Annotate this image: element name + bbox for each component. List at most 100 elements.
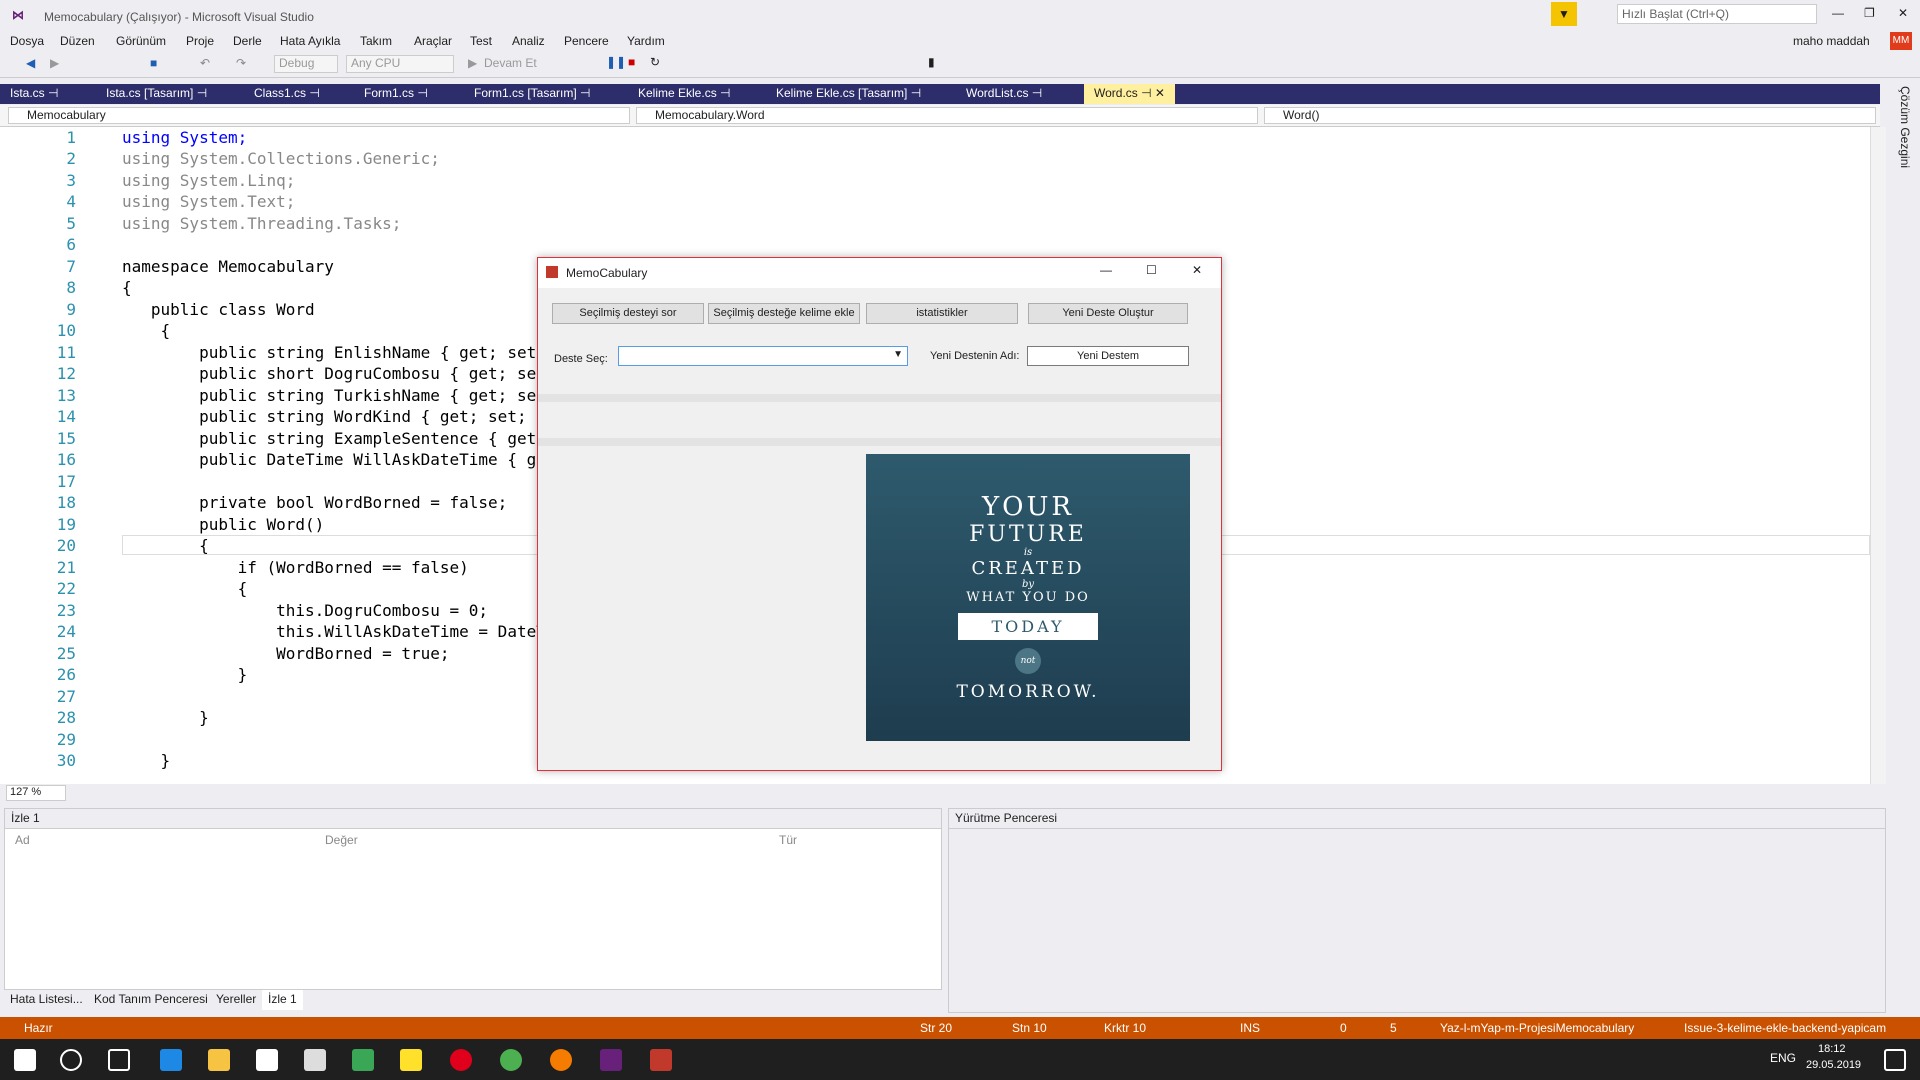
pause-icon[interactable]: ❚❚: [606, 55, 626, 69]
clock-time[interactable]: 18:12: [1818, 1043, 1846, 1055]
save-icon[interactable]: ■: [150, 56, 157, 70]
platform-dropdown[interactable]: Any CPU: [346, 55, 454, 73]
tab-ista-cs[interactable]: Ista.cs ⊣: [0, 84, 68, 104]
edge-icon[interactable]: [160, 1049, 182, 1071]
statistics-button[interactable]: istatistikler: [866, 303, 1018, 324]
minimize-button[interactable]: —: [1832, 6, 1844, 20]
line-number: 28: [56, 708, 76, 727]
new-deck-name-input[interactable]: Yeni Destem: [1027, 346, 1189, 366]
line-number: 30: [56, 751, 76, 770]
store-icon[interactable]: [304, 1049, 326, 1071]
menu-proje[interactable]: Proje: [186, 34, 214, 48]
zoom-dropdown[interactable]: 127 %: [6, 785, 66, 801]
tab-code-definition[interactable]: Kod Tanım Penceresi: [88, 990, 214, 1010]
tab-wordlist[interactable]: WordList.cs ⊣: [956, 84, 1052, 104]
tab-error-list[interactable]: Hata Listesi...: [4, 990, 89, 1010]
menu-araclar[interactable]: Araçlar: [414, 34, 452, 48]
code-line: public string TurkishName { get; set;: [122, 386, 556, 405]
tab-watch1[interactable]: İzle 1: [262, 990, 303, 1010]
forward-icon[interactable]: ▶: [50, 56, 59, 70]
menu-yardim[interactable]: Yardım: [627, 34, 665, 48]
status-repo[interactable]: Yaz-l-mYap-m-ProjesiMemocabulary: [1440, 1021, 1634, 1035]
solution-explorer-tab[interactable]: Çözüm Gezgini: [1886, 84, 1920, 802]
poster-text: is: [1023, 547, 1033, 558]
menu-duzen[interactable]: Düzen: [60, 34, 95, 48]
status-edit[interactable]: 5: [1390, 1021, 1397, 1035]
ask-deck-button[interactable]: Seçilmiş desteyi sor: [552, 303, 704, 324]
add-word-to-deck-button[interactable]: Seçilmiş desteğe kelime ekle: [708, 303, 860, 324]
search-app-icon[interactable]: [550, 1049, 572, 1071]
bookmark-icon[interactable]: ▮: [928, 55, 935, 69]
menu-pencere[interactable]: Pencere: [564, 34, 609, 48]
menu-takim[interactable]: Takım: [360, 34, 392, 48]
menu-analiz[interactable]: Analiz: [512, 34, 545, 48]
line-number: 15: [56, 429, 76, 448]
clock-date[interactable]: 29.05.2019: [1806, 1059, 1861, 1071]
menu-gorunum[interactable]: Görünüm: [116, 34, 166, 48]
play-icon[interactable]: ▶: [468, 56, 477, 70]
menu-test[interactable]: Test: [470, 34, 492, 48]
navigation-bar: Memocabulary Memocabulary.Word Word(): [0, 105, 1880, 127]
menu-derle[interactable]: Derle: [233, 34, 262, 48]
restart-icon[interactable]: ↻: [650, 55, 660, 69]
form-maximize-button[interactable]: ☐: [1146, 263, 1157, 277]
line-number: 8: [66, 278, 76, 297]
file-explorer-icon[interactable]: [208, 1049, 230, 1071]
status-branch[interactable]: Issue-3-kelime-ekle-backend-yapicam: [1684, 1021, 1886, 1035]
quick-launch-input[interactable]: Hızlı Başlat (Ctrl+Q): [1617, 4, 1817, 24]
continue-button[interactable]: Devam Et: [484, 56, 537, 70]
close-button[interactable]: ✕: [1898, 6, 1908, 20]
redo-icon[interactable]: ↷: [236, 56, 246, 70]
vertical-scrollbar[interactable]: [1870, 127, 1886, 784]
tab-locals[interactable]: Yereller: [210, 990, 262, 1010]
memocabulary-app-icon[interactable]: [650, 1049, 672, 1071]
back-icon[interactable]: ◀: [26, 56, 35, 70]
undo-icon[interactable]: ↶: [200, 56, 210, 70]
status-ins: INS: [1240, 1021, 1261, 1035]
deck-select-dropdown[interactable]: ▼: [618, 346, 908, 366]
config-dropdown[interactable]: Debug: [274, 55, 338, 73]
new-deck-name-label: Yeni Destenin Adı:: [930, 350, 1020, 362]
search-icon[interactable]: [60, 1049, 82, 1071]
tab-form1[interactable]: Form1.cs ⊣: [354, 84, 438, 104]
line-number: 4: [66, 192, 76, 211]
menu-hata-ayikla[interactable]: Hata Ayıkla: [280, 34, 340, 48]
tab-ista-design[interactable]: Ista.cs [Tasarım] ⊣: [96, 84, 217, 104]
immediate-window[interactable]: Yürütme Penceresi: [948, 808, 1886, 1013]
user-name[interactable]: maho maddah: [1793, 34, 1870, 48]
map-app-icon[interactable]: [352, 1049, 374, 1071]
tab-class1[interactable]: Class1.cs ⊣: [244, 84, 330, 104]
task-view-icon[interactable]: [108, 1049, 130, 1071]
project-dropdown[interactable]: Memocabulary: [8, 107, 630, 124]
member-dropdown[interactable]: Word(): [1264, 107, 1876, 124]
form-close-button[interactable]: ✕: [1192, 263, 1202, 277]
code-line: namespace Memocabulary: [122, 257, 334, 276]
status-up[interactable]: 0: [1340, 1021, 1347, 1035]
visual-studio-icon[interactable]: [600, 1049, 622, 1071]
class-dropdown[interactable]: Memocabulary.Word: [636, 107, 1258, 124]
create-deck-button[interactable]: Yeni Deste Oluştur: [1028, 303, 1188, 324]
maximize-button[interactable]: ❐: [1864, 6, 1875, 20]
stop-icon[interactable]: ■: [628, 55, 635, 69]
menu-dosya[interactable]: Dosya: [10, 34, 44, 48]
avatar[interactable]: MM: [1890, 32, 1912, 50]
tab-kelime-ekle[interactable]: Kelime Ekle.cs ⊣: [628, 84, 741, 104]
status-row: Str 20: [920, 1021, 953, 1035]
mail-icon[interactable]: [256, 1049, 278, 1071]
watch-panel: İzle 1 Ad Değer Tür: [4, 808, 942, 990]
chrome-icon[interactable]: [500, 1049, 522, 1071]
opera-icon[interactable]: [450, 1049, 472, 1071]
code-line: WordBorned = true;: [122, 644, 450, 663]
solution-explorer-label: Çözüm Gezgini: [1898, 86, 1912, 169]
filter-icon[interactable]: ▼: [1551, 2, 1577, 26]
tab-word-cs[interactable]: Word.cs ⊣ ✕: [1084, 84, 1175, 104]
tab-kelime-ekle-design[interactable]: Kelime Ekle.cs [Tasarım] ⊣: [766, 84, 931, 104]
language-indicator[interactable]: ENG: [1770, 1051, 1796, 1065]
tab-label: Kelime Ekle.cs: [638, 86, 717, 100]
tab-form1-design[interactable]: Form1.cs [Tasarım] ⊣: [464, 84, 600, 104]
start-icon[interactable]: [14, 1049, 36, 1071]
notification-icon[interactable]: [1884, 1049, 1906, 1071]
form-minimize-button[interactable]: —: [1100, 263, 1112, 277]
line-number: 10: [56, 321, 76, 340]
sticky-notes-icon[interactable]: [400, 1049, 422, 1071]
